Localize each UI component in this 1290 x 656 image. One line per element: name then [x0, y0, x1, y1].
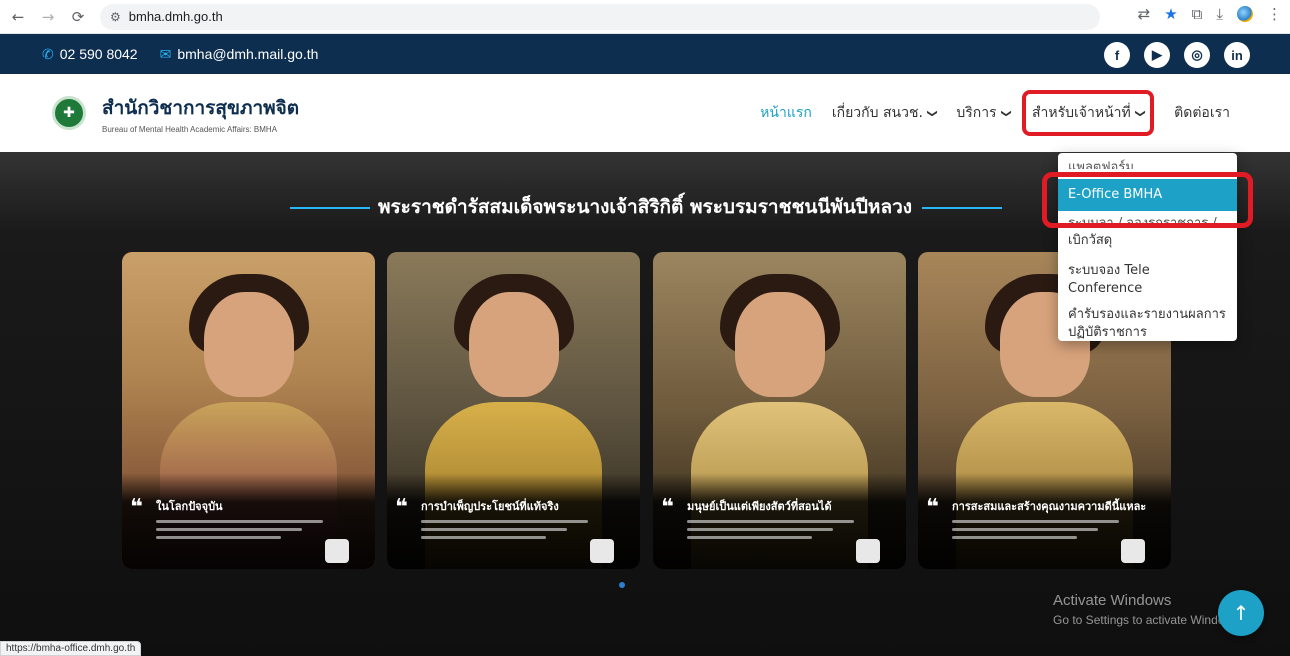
scroll-top-button[interactable]: ↑: [1218, 590, 1264, 636]
quote-card[interactable]: ❝ มนุษย์เป็นแต่เพียงสัตว์ที่สอนได้: [653, 252, 906, 569]
card-title: มนุษย์เป็นแต่เพียงสัตว์ที่สอนได้: [687, 500, 832, 513]
quote-icon: ❝: [661, 495, 674, 520]
address-bar[interactable]: ⚙ bmha.dmh.go.th: [100, 3, 1100, 30]
nav-contact[interactable]: ติดต่อเรา: [1174, 102, 1230, 124]
text-line: [952, 528, 1099, 531]
nav-services-label: บริการ: [956, 105, 997, 121]
youtube-icon[interactable]: ▶: [1144, 42, 1170, 68]
portrait-face: [734, 292, 825, 397]
quote-icon: ❝: [926, 495, 939, 520]
email-address: bmha@dmh.mail.go.th: [177, 46, 319, 62]
site-header: ✚ สำนักวิชาการสุขภาพจิต Bureau of Mental…: [0, 74, 1290, 155]
card-title: ในโลกปัจจุบัน: [156, 500, 223, 513]
nav-about-label: เกี่ยวกับ สนวช.: [831, 105, 923, 121]
portrait-face: [468, 292, 559, 397]
brand[interactable]: สำนักวิชาการสุขภาพจิต Bureau of Mental H…: [102, 93, 299, 134]
card-title: การบำเพ็ญประโยชน์ที่แท้จริง: [421, 500, 559, 513]
brand-name-en: Bureau of Mental Health Academic Affairs…: [102, 124, 278, 134]
chevron-down-icon: ❯: [1000, 108, 1012, 118]
nav-staff-label: สำหรับเจ้าหน้าที่: [1031, 105, 1131, 121]
phone-icon: ✆: [42, 45, 54, 62]
status-url: https://bmha-office.dmh.go.th: [0, 641, 142, 656]
seal-icon: [590, 539, 614, 563]
activate-windows-watermark: Activate Windows Go to Settings to activ…: [1053, 592, 1242, 627]
seal-icon: [856, 539, 880, 563]
card-title: การสะสมและสร้างคุณงามความดีนี้แหละ: [952, 500, 1147, 513]
url-text[interactable]: bmha.dmh.go.th: [129, 9, 223, 24]
seal-icon: [1121, 539, 1145, 563]
text-line: [421, 536, 547, 539]
headline-line-right: [922, 207, 1002, 209]
portrait-face: [203, 292, 294, 397]
text-line: [421, 520, 589, 523]
watermark-line2: Go to Settings to activate Windows.: [1053, 613, 1243, 627]
contact-bar: ✆ 02 590 8042 ✉ bmha@dmh.mail.go.th f ▶ …: [0, 34, 1290, 74]
text-line: [421, 528, 568, 531]
reload-icon[interactable]: ⟳: [66, 5, 90, 29]
quote-card[interactable]: ❝ ในโลกปัจจุบัน: [122, 252, 375, 569]
text-line: [687, 520, 855, 523]
dropdown-item-leave[interactable]: ระบบลา / จองรถราชการ /: [1058, 215, 1237, 230]
instagram-icon[interactable]: ◎: [1184, 42, 1210, 68]
nav-home-label: หน้าแรก: [760, 105, 812, 121]
dropdown-item-teleconference[interactable]: ระบบจอง Tele Conference: [1058, 260, 1237, 300]
dropdown-item-platform[interactable]: แพลตฟอร์ม: [1058, 153, 1237, 169]
main-nav: หน้าแรก เกี่ยวกับ สนวช. ❯ บริการ ❯ สำหรั…: [740, 74, 1230, 155]
more-icon[interactable]: ⋮: [1267, 5, 1282, 23]
text-line: [156, 520, 324, 523]
browser-actions: ⇄ ★ ⧉ ⤓ ⋮: [1138, 5, 1282, 23]
watermark-line1: Activate Windows: [1053, 592, 1172, 609]
dropdown-item-leave-cont[interactable]: เบิกวัสดุ: [1058, 230, 1237, 252]
quote-card[interactable]: ❝ การบำเพ็ญประโยชน์ที่แท้จริง: [387, 252, 640, 569]
quote-icon: ❝: [130, 495, 143, 520]
text-line: [687, 536, 813, 539]
email-contact[interactable]: ✉ bmha@dmh.mail.go.th: [160, 46, 319, 63]
nav-contact-label: ติดต่อเรา: [1174, 105, 1230, 121]
forward-icon[interactable]: →: [36, 5, 60, 29]
social-links: f ▶ ◎ in: [1104, 42, 1250, 68]
brand-name-th: สำนักวิชาการสุขภาพจิต: [102, 96, 300, 119]
phone-contact[interactable]: ✆ 02 590 8042: [42, 46, 138, 63]
star-icon[interactable]: ★: [1164, 5, 1177, 23]
site-info-icon[interactable]: ⚙: [110, 10, 121, 24]
linkedin-icon[interactable]: in: [1224, 42, 1250, 68]
seal-icon: [325, 539, 349, 563]
chevron-down-icon: ❯: [926, 108, 938, 118]
carousel-dot[interactable]: [619, 582, 625, 588]
dropdown-item-eoffice[interactable]: E-Office BMHA: [1058, 179, 1237, 211]
extensions-icon[interactable]: ⧉: [1192, 5, 1203, 23]
text-line: [687, 528, 834, 531]
browser-toolbar: ← → ⟳ ⚙ bmha.dmh.go.th ⇄ ★ ⧉ ⤓ ⋮: [0, 0, 1290, 34]
translate-icon[interactable]: ⇄: [1138, 5, 1151, 23]
mail-icon: ✉: [159, 45, 172, 62]
nav-staff[interactable]: สำหรับเจ้าหน้าที่ ❯: [1021, 90, 1155, 136]
download-icon[interactable]: ⤓: [1216, 5, 1223, 23]
facebook-icon[interactable]: f: [1104, 42, 1130, 68]
nav-home[interactable]: หน้าแรก: [760, 102, 812, 155]
text-line: [156, 536, 282, 539]
quote-icon: ❝: [395, 495, 408, 520]
nav-about[interactable]: เกี่ยวกับ สนวช. ❯: [831, 102, 938, 124]
text-line: [952, 520, 1120, 523]
text-line: [952, 536, 1078, 539]
staff-dropdown: แพลตฟอร์ม E-Office BMHA ระบบลา / จองรถรา…: [1058, 153, 1237, 341]
phone-number: 02 590 8042: [59, 46, 138, 62]
arrow-up-icon: ↑: [1232, 601, 1250, 625]
nav-services[interactable]: บริการ ❯: [956, 102, 1012, 124]
dmh-logo-icon[interactable]: ✚: [52, 96, 86, 130]
back-icon[interactable]: ←: [6, 5, 30, 29]
text-line: [156, 528, 303, 531]
dropdown-item-report[interactable]: คำรับรองและรายงานผลการปฏิบัติราชการ: [1058, 304, 1237, 344]
chevron-down-icon: ❯: [1134, 108, 1146, 118]
profile-icon[interactable]: [1237, 6, 1253, 22]
